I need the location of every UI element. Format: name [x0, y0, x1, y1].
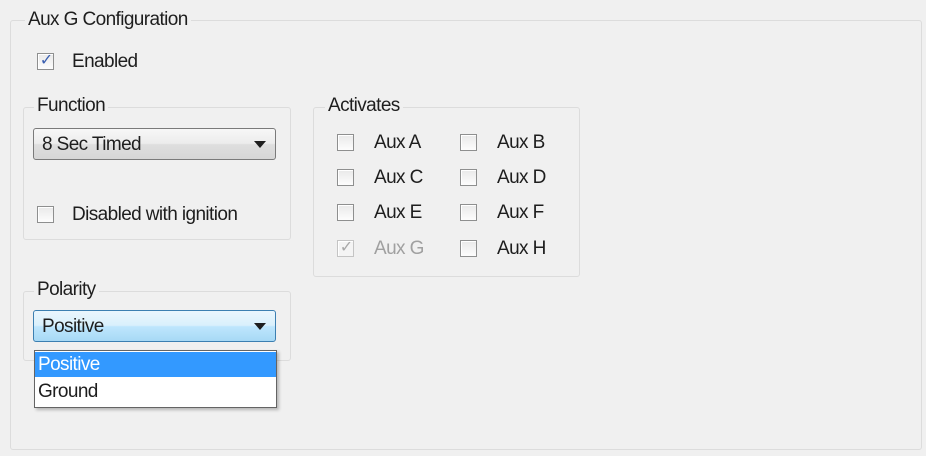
chevron-down-icon [254, 323, 266, 330]
aux-a-label[interactable]: Aux A [374, 132, 421, 154]
disabled-with-ignition-label[interactable]: Disabled with ignition [72, 204, 238, 226]
chevron-down-icon [254, 141, 266, 148]
polarity-option-positive[interactable]: Positive [35, 352, 276, 377]
aux-g-configuration-title: Aux G Configuration [25, 9, 191, 31]
polarity-dropdown-list: Positive Ground [34, 350, 277, 408]
enabled-checkbox[interactable]: ✓ [37, 52, 54, 70]
polarity-select-value: Positive [42, 316, 104, 337]
polarity-title: Polarity [34, 279, 99, 301]
polarity-option-ground[interactable]: Ground [35, 379, 276, 404]
aux-f-checkbox[interactable] [460, 204, 477, 221]
aux-d-label[interactable]: Aux D [497, 167, 546, 189]
polarity-select[interactable]: Positive [33, 310, 276, 342]
function-title: Function [34, 95, 109, 117]
checkmark-icon: ✓ [39, 52, 54, 69]
aux-f-label[interactable]: Aux F [497, 202, 544, 224]
aux-b-label[interactable]: Aux B [497, 132, 545, 154]
aux-h-label[interactable]: Aux H [497, 238, 546, 260]
aux-h-checkbox[interactable] [460, 240, 477, 257]
checkmark-icon: ✓ [339, 239, 354, 256]
aux-e-label[interactable]: Aux E [374, 202, 422, 224]
aux-a-checkbox[interactable] [337, 134, 354, 151]
function-select-value: 8 Sec Timed [42, 134, 142, 155]
activates-title: Activates [325, 95, 403, 117]
aux-c-label[interactable]: Aux C [374, 167, 423, 189]
aux-g-checkbox: ✓ [337, 239, 354, 257]
aux-e-checkbox[interactable] [337, 204, 354, 221]
disabled-with-ignition-checkbox[interactable] [37, 206, 54, 223]
aux-b-checkbox[interactable] [460, 134, 477, 151]
aux-g-label: Aux G [374, 238, 424, 259]
enabled-label[interactable]: Enabled [72, 51, 138, 73]
function-select[interactable]: 8 Sec Timed [33, 128, 276, 160]
aux-d-checkbox[interactable] [460, 169, 477, 186]
aux-c-checkbox[interactable] [337, 169, 354, 186]
